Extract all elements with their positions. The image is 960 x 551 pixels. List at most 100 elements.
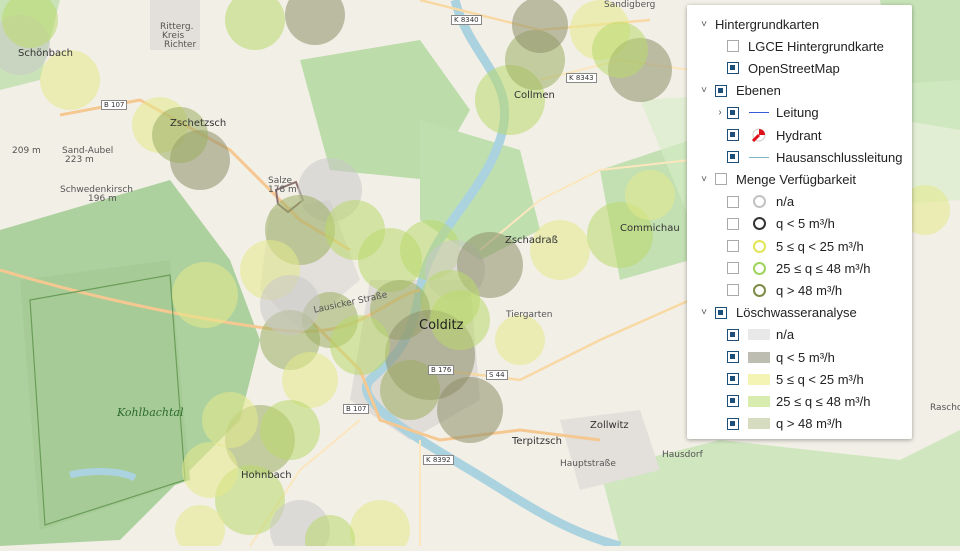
label-colditz: Colditz [419, 318, 464, 333]
label-schwedenkirsch-ele: 196 m [88, 194, 117, 204]
swatch-icon [748, 418, 770, 430]
layer-item-checkbox[interactable] [727, 240, 739, 252]
layer-group-checkbox[interactable] [715, 173, 727, 186]
analysis-circle[interactable] [182, 442, 238, 498]
layer-group-row[interactable]: ˅ Ebenen [699, 80, 781, 102]
layer-item-checkbox[interactable] [727, 395, 739, 408]
layer-item-checkbox[interactable] [727, 151, 739, 164]
layer-legend-symbol [748, 217, 770, 231]
ring-icon [752, 261, 766, 275]
analysis-circle[interactable] [625, 170, 675, 220]
layer-item-checkbox[interactable] [727, 62, 739, 75]
layer-item-row[interactable]: 5 ≤ q < 25 m³/h [715, 368, 864, 390]
chevron-right-icon[interactable]: › [715, 107, 725, 118]
layer-group-row[interactable]: ˅ Hintergrundkarten [699, 13, 819, 35]
analysis-circle[interactable] [40, 50, 100, 110]
layer-item-label: LGCE Hintergrundkarte [748, 38, 884, 54]
label-sandigberg: Sandigberg [604, 0, 656, 10]
ring-icon [752, 283, 766, 297]
layer-item-label: n/a [776, 327, 795, 343]
layer-group-label: Menge Verfügbarkeit [736, 171, 856, 187]
swatch-icon [748, 329, 770, 341]
layer-item-label: Hydrant [776, 127, 822, 143]
road-b107-north: B 107 [101, 100, 128, 110]
chevron-down-icon[interactable]: ˅ [699, 174, 709, 185]
layer-group-checkbox[interactable] [715, 84, 727, 97]
layer-item-label: n/a [776, 194, 795, 210]
layer-legend-symbol [748, 106, 770, 120]
layer-item-row[interactable]: q > 48 m³/h [715, 413, 842, 435]
label-hauptstrasse: Hauptstraße [560, 459, 616, 469]
label-tiergarten: Tiergarten [506, 310, 553, 320]
road-s44: S 44 [486, 370, 508, 380]
line-icon [749, 156, 769, 158]
layer-item-row[interactable]: 25 ≤ q ≤ 48 m³/h [715, 257, 870, 279]
layer-item-row[interactable]: q < 5 m³/h [715, 213, 835, 235]
label-hausdorf: Hausdorf [662, 450, 703, 460]
layer-item-row[interactable]: LGCE Hintergrundkarte [715, 35, 884, 57]
layer-group-label: Löschwasseranalyse [736, 305, 857, 321]
layer-item-row[interactable]: n/a [715, 324, 794, 346]
label-schoenbach: Schönbach [18, 48, 73, 59]
chevron-down-icon[interactable]: ˅ [699, 19, 709, 30]
layer-group-label: Hintergrundkarten [715, 16, 820, 32]
road-b107-south: B 107 [343, 404, 370, 414]
analysis-circle[interactable] [282, 352, 338, 408]
analysis-circle[interactable] [495, 315, 545, 365]
chevron-down-icon[interactable]: ˅ [699, 85, 709, 96]
layer-group-label: Ebenen [736, 83, 781, 99]
layer-item-checkbox[interactable] [727, 106, 739, 119]
road-k8340: K 8340 [451, 15, 482, 25]
layer-legend-symbol [748, 372, 770, 386]
label-zollwitz: Zollwitz [590, 420, 629, 431]
layer-item-row[interactable]: q > 48 m³/h [715, 279, 842, 301]
label-rascho: Rascho [930, 403, 960, 413]
layer-group-row[interactable]: ˅ Löschwasseranalyse [699, 302, 857, 324]
layer-item-row[interactable]: Hausanschlussleitung [715, 146, 902, 168]
layer-item-label: 5 ≤ q < 25 m³/h [776, 238, 864, 254]
layer-group-row[interactable]: ˅ Menge Verfügbarkeit [699, 168, 856, 190]
layer-item-checkbox[interactable] [727, 40, 739, 53]
layer-item-label: OpenStreetMap [748, 60, 840, 76]
swatch-icon [748, 373, 770, 385]
layer-item-row[interactable]: › Leitung [715, 102, 819, 124]
analysis-circle[interactable] [202, 392, 258, 448]
layer-item-label: Leitung [776, 105, 819, 121]
layer-legend-symbol [748, 394, 770, 408]
layer-item-row[interactable]: q < 5 m³/h [715, 346, 835, 368]
layer-item-checkbox[interactable] [727, 129, 739, 141]
layer-item-checkbox[interactable] [727, 351, 739, 363]
layer-item-label: 5 ≤ q < 25 m³/h [776, 371, 864, 387]
layer-item-label: Hausanschlussleitung [776, 149, 903, 165]
layer-item-row[interactable]: n/a [715, 191, 794, 213]
analysis-circle[interactable] [530, 220, 590, 280]
label-zschetzsch: Zschetzsch [170, 118, 227, 129]
layer-item-row[interactable]: OpenStreetMap [715, 57, 840, 79]
chevron-down-icon[interactable]: ˅ [699, 307, 709, 318]
layer-item-checkbox[interactable] [727, 217, 739, 230]
ring-icon [752, 195, 766, 209]
hydrant-icon [748, 128, 770, 142]
analysis-circle[interactable] [260, 275, 320, 335]
layer-item-checkbox[interactable] [727, 417, 739, 430]
analysis-circle[interactable] [592, 22, 648, 78]
analysis-circle[interactable] [152, 107, 208, 163]
layer-item-checkbox[interactable] [727, 284, 739, 297]
label-salze-ele: 178 m [268, 185, 297, 195]
layer-item-row[interactable]: 5 ≤ q < 25 m³/h [715, 235, 864, 257]
layer-item-row[interactable]: 25 ≤ q ≤ 48 m³/h [715, 390, 870, 412]
layer-item-checkbox[interactable] [727, 328, 739, 341]
layer-item-row[interactable]: Hydrant [715, 124, 822, 146]
analysis-circle[interactable] [330, 315, 390, 375]
layer-item-checkbox[interactable] [727, 195, 739, 208]
label-sand-aubel-ele: 223 m [65, 155, 94, 165]
layer-item-checkbox[interactable] [727, 262, 739, 275]
analysis-circle[interactable] [172, 262, 238, 328]
layer-item-checkbox[interactable] [727, 373, 739, 386]
analysis-circle[interactable] [260, 400, 320, 460]
ring-icon [752, 217, 766, 231]
analysis-circle[interactable] [437, 377, 503, 443]
layer-legend-symbol [748, 195, 770, 209]
road-k8392: K 8392 [423, 455, 454, 465]
layer-group-checkbox[interactable] [715, 306, 727, 319]
